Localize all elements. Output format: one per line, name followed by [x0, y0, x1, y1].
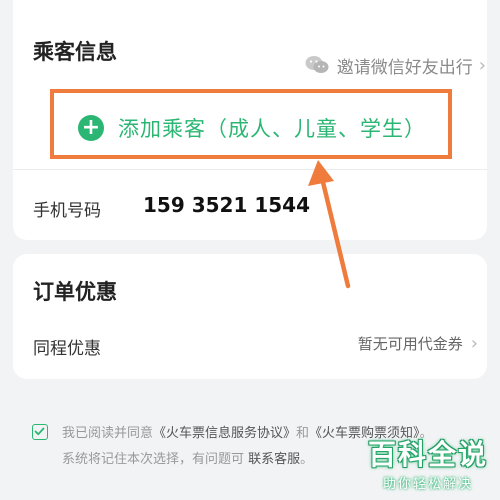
agreement-prefix: 我已阅读并同意	[62, 426, 154, 441]
contact-support-link[interactable]: 联系客服	[248, 452, 300, 467]
order-discount-card	[13, 254, 487, 379]
watermark-subtitle: 助你轻松解决	[382, 477, 473, 492]
divider	[13, 169, 487, 170]
service-agreement-link[interactable]: 《火车票信息服务协议》	[153, 426, 296, 441]
agreement-line2-suffix: 。	[300, 452, 314, 467]
passenger-info-title: 乘客信息	[33, 40, 117, 64]
coupon-status: 暂无可用代金券	[357, 335, 463, 353]
agreement-checkbox[interactable]	[32, 424, 48, 440]
watermark-logo: 百科全说 助你轻松解决	[368, 433, 488, 492]
agreement-and: 和	[296, 426, 310, 441]
invite-wechat-friend-button[interactable]: 邀请微信好友出行 ›	[305, 53, 486, 78]
chevron-right-icon: ›	[478, 54, 486, 76]
invite-label: 邀请微信好友出行	[336, 57, 473, 78]
wechat-icon	[305, 56, 329, 73]
coupon-selector[interactable]: 暂无可用代金券 ›	[358, 333, 478, 354]
check-icon	[34, 427, 45, 436]
phone-value[interactable]: 159 3521 1544	[143, 193, 310, 217]
agreement-line2: 系统将记住本次选择，有问题可	[62, 452, 249, 467]
plus-icon: +	[78, 115, 104, 141]
add-passenger-label: 添加乘客（成人、儿童、学生）	[118, 117, 426, 141]
order-discount-title: 订单优惠	[33, 280, 117, 304]
add-passenger-button[interactable]: + 添加乘客（成人、儿童、学生）	[78, 110, 426, 146]
chevron-right-icon: ›	[470, 333, 478, 354]
phone-label: 手机号码	[33, 201, 101, 221]
trip-discount-label: 同程优惠	[33, 339, 101, 359]
watermark-title: 百科全说	[367, 438, 488, 471]
